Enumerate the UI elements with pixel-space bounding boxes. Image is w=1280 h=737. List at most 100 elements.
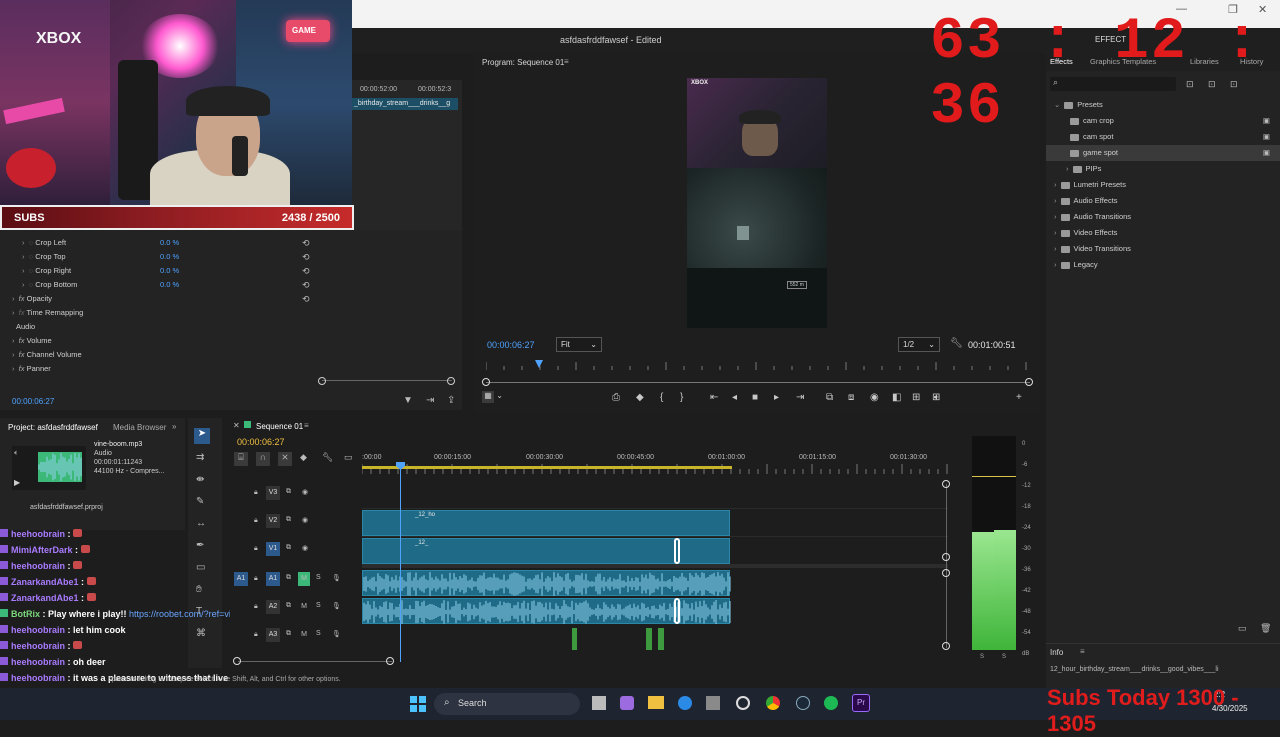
- chevron-right-icon[interactable]: ›: [1054, 260, 1057, 269]
- sync-lock-icon[interactable]: ⧉: [286, 574, 291, 582]
- vr-icon[interactable]: ⊞: [912, 392, 920, 403]
- ec-timecode[interactable]: 00:00:06:27: [12, 397, 54, 406]
- chat-username[interactable]: heehoobrain: [11, 657, 65, 667]
- mark-out-icon[interactable]: }: [680, 392, 683, 403]
- store-icon[interactable]: [706, 696, 720, 710]
- reset-icon[interactable]: ⟲: [302, 266, 314, 280]
- chat-username[interactable]: heehoobrain: [11, 625, 65, 635]
- track-area[interactable]: _12_ho _12_: [362, 462, 948, 662]
- step-forward-icon[interactable]: ▸: [774, 392, 779, 403]
- chevron-right-icon[interactable]: ›: [1066, 164, 1069, 173]
- track-header-v3[interactable]: 🔒︎ V3 ⧉ ◉: [228, 484, 360, 506]
- snap-icon[interactable]: ∩: [256, 452, 270, 466]
- chat-username[interactable]: MimiAfterDark: [11, 545, 73, 555]
- step-back-icon[interactable]: ◂: [732, 392, 737, 403]
- track-target-label[interactable]: V1: [266, 542, 280, 556]
- stop-icon[interactable]: ■: [752, 392, 758, 403]
- play-only-audio-icon[interactable]: ⇥: [426, 395, 434, 406]
- fx-row-crop-right[interactable]: › ◌ Crop Right 0.0 %: [22, 264, 322, 278]
- chevron-right-icon[interactable]: ›: [1054, 228, 1057, 237]
- spotify-icon[interactable]: [824, 696, 838, 710]
- sync-lock-icon[interactable]: ⧉: [286, 516, 291, 524]
- task-view-icon[interactable]: [592, 696, 606, 710]
- chevron-right-icon[interactable]: ›: [1054, 212, 1057, 221]
- v-scroll-handle[interactable]: [942, 553, 950, 561]
- ec-scroll-handle[interactable]: [447, 377, 455, 385]
- effects-tree-item[interactable]: › Video Effects: [1046, 225, 1280, 241]
- edit-point[interactable]: [674, 538, 680, 564]
- lock-icon[interactable]: 🔒︎: [254, 545, 258, 553]
- selection-tool-icon[interactable]: ➤: [194, 428, 210, 444]
- source-patch-a1[interactable]: A1: [234, 572, 248, 586]
- mark-in-icon[interactable]: {: [660, 392, 663, 403]
- xbox-icon[interactable]: [736, 696, 750, 710]
- razor-icon[interactable]: ✎: [196, 496, 204, 507]
- track-header-v1[interactable]: 🔒︎ V1 ⧉ ◉: [228, 540, 360, 562]
- a1-clip[interactable]: [362, 570, 731, 596]
- track-header-v2[interactable]: 🔒︎ V2 ⧉ ◉: [228, 512, 360, 534]
- clip-thumbnail[interactable]: 🔈︎ ▶: [12, 446, 86, 490]
- chat-link[interactable]: https://roobet.com/?ref=viv: [129, 609, 230, 619]
- timeline-timecode[interactable]: 00:00:06:27: [237, 437, 285, 447]
- mute-button[interactable]: M: [298, 628, 310, 642]
- v2-clip[interactable]: _12_ho: [362, 510, 730, 536]
- lift-icon[interactable]: ⎙: [612, 392, 620, 403]
- project-file[interactable]: asfdasfrddfawsef.prproj: [30, 504, 103, 511]
- wrench-icon[interactable]: 🔧︎: [950, 338, 963, 349]
- chevron-right-icon[interactable]: ›: [1054, 196, 1057, 205]
- v-scroll-handle[interactable]: [942, 642, 950, 650]
- eye-icon[interactable]: ◉: [302, 516, 308, 524]
- windows-start-icon[interactable]: [410, 696, 426, 712]
- v-scroll-handle[interactable]: [942, 480, 950, 488]
- track-header-a2[interactable]: 🔒︎ A2 ⧉ M S 🎙︎: [228, 598, 360, 620]
- insert-icon[interactable]: ⧉: [826, 392, 833, 403]
- fx-row-crop-top[interactable]: › ◌ Crop Top 0.0 %: [22, 250, 322, 264]
- effects-tree-item[interactable]: › Lumetri Presets: [1046, 177, 1280, 193]
- panel-menu-icon[interactable]: ≡: [564, 57, 569, 66]
- reset-icon[interactable]: ⟲: [302, 280, 314, 294]
- solo-button[interactable]: S: [316, 630, 321, 637]
- effects-tree-item[interactable]: game spot ▣: [1046, 145, 1280, 161]
- effects-tree-item[interactable]: › Legacy: [1046, 257, 1280, 273]
- h-scroll-handle[interactable]: [233, 657, 241, 665]
- fx-opacity[interactable]: › fx Opacity › fx Time Remapping: [12, 292, 83, 320]
- effects-tree-item[interactable]: › Video Transitions: [1046, 241, 1280, 257]
- lock-icon[interactable]: 🔒︎: [254, 517, 258, 525]
- captions-icon[interactable]: ▭: [344, 452, 353, 463]
- source-clip[interactable]: _birthday_stream___drinks__g: [352, 98, 458, 110]
- audio-icon[interactable]: 🔈︎: [934, 392, 940, 403]
- track-header-a3[interactable]: 🔒︎ A3 ⧉ M S 🎙︎: [228, 626, 360, 648]
- solo-button[interactable]: S: [316, 574, 321, 581]
- marker-icon[interactable]: ◆: [636, 392, 644, 403]
- a3-clip[interactable]: [658, 628, 664, 650]
- premiere-icon[interactable]: Pr: [852, 694, 870, 712]
- add-button-icon[interactable]: +: [1016, 392, 1022, 403]
- program-timecode[interactable]: 00:00:06:27: [487, 340, 535, 350]
- timeline-settings-icon[interactable]: 🔧︎: [322, 452, 333, 463]
- mute-button[interactable]: M: [298, 572, 310, 586]
- panel-menu-icon[interactable]: ≡: [304, 421, 309, 430]
- mute-button[interactable]: M: [298, 600, 310, 614]
- fx-row-crop-bottom[interactable]: › ◌ Crop Bottom 0.0 %: [22, 278, 322, 292]
- v-scroll-handle[interactable]: [942, 569, 950, 577]
- solo-left-label[interactable]: S: [980, 654, 984, 660]
- track-target-label[interactable]: A2: [266, 600, 280, 614]
- lock-icon[interactable]: 🔒︎: [254, 603, 258, 611]
- effects-tree-item[interactable]: › PIPs: [1046, 161, 1280, 177]
- sync-lock-icon[interactable]: ⧉: [286, 544, 291, 552]
- fx-channel-volume[interactable]: › fx Channel Volume: [12, 348, 82, 362]
- sync-lock-icon[interactable]: ⧉: [286, 602, 291, 610]
- track-header-a1[interactable]: A1 🔒︎ A1 ⧉ M S 🎙︎: [228, 570, 360, 592]
- track-target-label[interactable]: A1: [266, 572, 280, 586]
- ripple-edit-icon[interactable]: ⇼: [196, 474, 204, 485]
- program-zoom-handle[interactable]: [1025, 378, 1033, 386]
- go-to-out-icon[interactable]: ⇥: [796, 392, 804, 403]
- solo-right-label[interactable]: S: [1002, 654, 1006, 660]
- more-tabs-icon[interactable]: »: [172, 422, 176, 431]
- microphone-icon[interactable]: 🎙︎: [332, 574, 341, 582]
- edit-point[interactable]: [674, 598, 680, 624]
- fx-value[interactable]: 0.0 %: [160, 250, 179, 264]
- timeline-ruler[interactable]: :00:00 00:00:15:00 00:00:30:00 00:00:45:…: [362, 454, 948, 474]
- program-zoom-handle[interactable]: [482, 378, 490, 386]
- timeline-playhead[interactable]: [400, 466, 401, 662]
